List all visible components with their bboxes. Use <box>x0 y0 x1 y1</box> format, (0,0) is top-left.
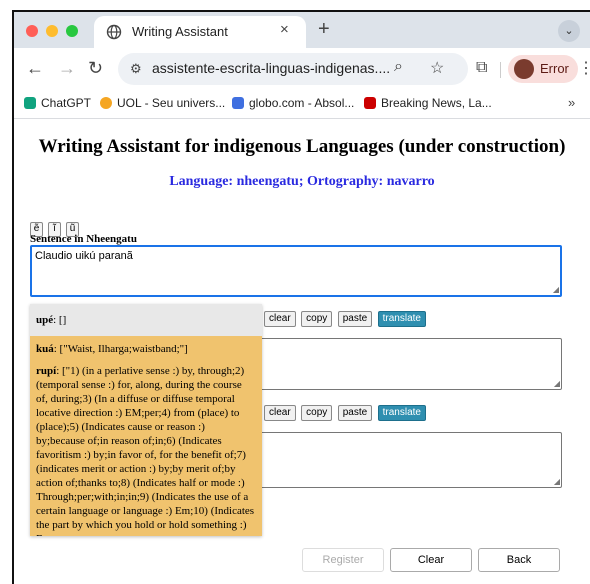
bookmarks-bar: ChatGPT UOL - Seu univers... globo.com -… <box>14 90 590 119</box>
sentence-value: Claudio uikú paranã <box>35 250 133 262</box>
extensions-icon[interactable]: ⧉ <box>476 59 487 77</box>
zoom-icon[interactable]: ⌕ <box>394 58 403 76</box>
globo-icon <box>232 97 244 109</box>
language-subtitle: Language: nheengatu; Ortography: navarro <box>169 174 435 189</box>
resize-grip-icon[interactable]: ◢ <box>554 379 560 388</box>
uol-icon <box>100 97 112 109</box>
suggestion-item[interactable]: kuá: ["Waist, Ilharga;waistband;"] <box>30 336 262 358</box>
copy-button[interactable]: copy <box>301 311 333 327</box>
back-arrow-icon[interactable]: ← <box>26 58 44 79</box>
site-settings-icon[interactable]: ⚙ <box>130 61 142 77</box>
paste-button-2[interactable]: paste <box>337 405 373 421</box>
bookmark-star-icon[interactable]: ☆ <box>430 58 444 78</box>
bookmark-globo[interactable]: globo.com - Absol... <box>232 96 354 110</box>
forward-arrow-icon[interactable]: → <box>58 58 76 79</box>
copy-button-2[interactable]: copy <box>301 405 333 421</box>
bookmark-uol[interactable]: UOL - Seu univers... <box>100 96 225 110</box>
resize-grip-icon[interactable]: ◢ <box>553 285 559 294</box>
reload-icon[interactable]: ↻ <box>88 58 103 79</box>
suggestion-item[interactable]: upé: [] <box>30 304 262 336</box>
cnn-icon <box>364 97 376 109</box>
clear-button-2[interactable]: clear <box>264 405 296 421</box>
close-tab-icon[interactable]: × <box>280 21 289 38</box>
suggestion-dropdown: upé: [] kuá: ["Waist, Ilharga;waistband;… <box>30 304 262 536</box>
translate-button[interactable]: translate <box>377 311 426 327</box>
profile-label: Error <box>540 61 569 76</box>
tab-title: Writing Assistant <box>132 24 228 39</box>
menu-kebab-icon[interactable]: ⋮ <box>578 58 590 78</box>
clear-button[interactable]: clear <box>264 311 296 327</box>
clear-all-button[interactable]: Clear <box>390 548 472 572</box>
url-text: assistente-escrita-linguas-indigenas.... <box>152 60 391 76</box>
page-title: Writing Assistant for indigenous Languag… <box>38 136 566 157</box>
page-content: Writing Assistant for indigenous Languag… <box>14 118 590 584</box>
minimize-window-button[interactable] <box>46 25 58 37</box>
address-bar[interactable]: ⚙ assistente-escrita-linguas-indigenas..… <box>118 53 468 85</box>
bookmark-cnn[interactable]: Breaking News, La... <box>364 96 492 110</box>
tab-writing-assistant[interactable]: Writing Assistant × <box>94 16 306 48</box>
tab-strip: Writing Assistant × + ⌄ <box>14 12 590 48</box>
bookmark-chatgpt[interactable]: ChatGPT <box>24 96 91 110</box>
tab-search-button[interactable]: ⌄ <box>558 20 580 42</box>
resize-grip-icon[interactable]: ◢ <box>554 477 560 486</box>
chatgpt-icon <box>24 97 36 109</box>
close-window-button[interactable] <box>26 25 38 37</box>
new-tab-button[interactable]: + <box>318 18 330 41</box>
more-bookmarks-button[interactable]: » <box>568 95 575 110</box>
sentence-input[interactable]: Claudio uikú paranã ◢ <box>30 245 562 297</box>
sentence-actions: clear copy paste translate <box>264 308 427 327</box>
browser-toolbar: ← → ↻ ⚙ assistente-escrita-linguas-indig… <box>14 48 590 90</box>
sentence-label: Sentence in Nheengatu <box>30 233 137 245</box>
suggestion-item[interactable]: rupí: ["1) (in a perlative sense :) by, … <box>30 358 262 536</box>
profile-button[interactable]: Error <box>508 55 578 83</box>
avatar <box>514 59 534 79</box>
maximize-window-button[interactable] <box>66 25 78 37</box>
toolbar-divider <box>500 62 501 78</box>
globe-icon <box>106 24 122 40</box>
translation-actions: clear copy paste translate <box>264 402 427 421</box>
browser-window: Writing Assistant × + ⌄ ← → ↻ ⚙ assisten… <box>12 10 590 584</box>
paste-button[interactable]: paste <box>337 311 373 327</box>
back-button[interactable]: Back <box>478 548 560 572</box>
translate-button-2[interactable]: translate <box>377 405 426 421</box>
register-button[interactable]: Register <box>302 548 384 572</box>
